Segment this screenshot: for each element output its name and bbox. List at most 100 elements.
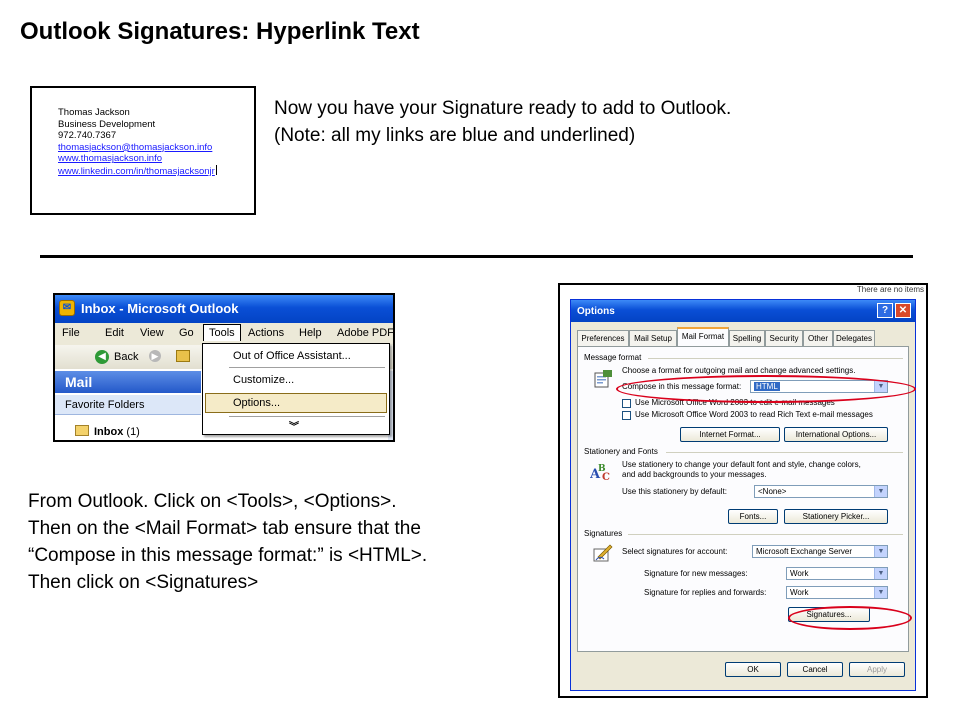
menu-tools[interactable]: Tools [203,324,241,341]
tab-security[interactable]: Security [765,330,803,346]
signature-website-link[interactable]: www.thomasjackson.info [58,153,217,165]
tab-preferences[interactable]: Preferences [577,330,629,346]
tab-mail-format[interactable]: Mail Format [677,327,729,347]
options-dialog-title: Options [577,306,615,317]
signatures-button-highlight-ellipse [788,606,912,630]
signature-name: Thomas Jackson [58,107,130,118]
back-arrow-icon[interactable]: ◀ [95,350,109,364]
compose-format-highlight-ellipse [616,375,916,403]
signature-reply-value: Work [790,588,809,597]
options-title-bar: Options [571,300,915,322]
inbox-unread-count: (1) [126,426,140,438]
stationery-description-2: and add backgrounds to your messages. [622,470,767,479]
menu-item-options[interactable]: Options... [233,397,280,409]
mail-pane-header: Mail [55,371,201,393]
tab-spelling[interactable]: Spelling [729,330,765,346]
menu-separator [229,367,385,368]
signature-new-select[interactable]: Work ▼ [786,567,888,580]
chevron-down-icon[interactable]: ▼ [874,486,887,497]
instructions-line-3: “Compose in this message format:” is <HT… [28,545,428,566]
intro-line-2: (Note: all my links are blue and underli… [274,125,636,146]
instructions-line-2: Then on the <Mail Format> tab ensure tha… [28,518,421,539]
stationery-picker-button[interactable]: Stationery Picker... [784,509,888,524]
word-read-label: Use Microsoft Office Word 2003 to read R… [635,410,873,419]
menu-item-out-of-office[interactable]: Out of Office Assistant... [233,350,351,362]
instructions-text: From Outlook. Click on <Tools>, <Options… [28,488,427,596]
options-dialog-screenshot: There are no items Options ? ✕ Preferenc… [558,283,928,698]
signature-account-label: Select signatures for account: [622,547,728,556]
cancel-button[interactable]: Cancel [787,662,843,677]
menu-file[interactable]: File [62,327,80,339]
message-format-heading: Message format [584,353,642,362]
menu-adobe-pdf[interactable]: Adobe PDF [337,327,393,339]
chevron-down-icon[interactable]: ▼ [874,546,887,557]
ok-button[interactable]: OK [725,662,781,677]
instructions-line-1: From Outlook. Click on <Tools>, <Options… [28,491,397,512]
folder-up-icon[interactable] [176,350,190,362]
signature-phone: 972.740.7367 [58,130,117,142]
options-dialog: Options ? ✕ Preferences Mail Setup Mail … [570,299,916,691]
message-format-icon [594,370,612,388]
text-cursor [215,164,217,175]
menu-view[interactable]: View [140,327,164,339]
signature-email-link[interactable]: thomasjackson@thomasjackson.info [58,142,217,154]
intro-text: Now you have your Signature ready to add… [274,95,731,149]
signature-reply-label: Signature for replies and forwards: [644,588,767,597]
signature-account-select[interactable]: Microsoft Exchange Server ▼ [752,545,888,558]
menu-separator [229,416,385,417]
signature-reply-select[interactable]: Work ▼ [786,586,888,599]
stationery-select[interactable]: <None> ▼ [754,485,888,498]
chevron-down-icon[interactable]: ▼ [874,587,887,598]
stationery-description-1: Use stationery to change your default fo… [622,460,861,469]
menu-go[interactable]: Go [179,327,194,339]
inbox-label: Inbox [94,426,124,438]
signature-account-value: Microsoft Exchange Server [756,547,853,556]
internet-format-button[interactable]: Internet Format... [680,427,780,442]
menu-actions[interactable]: Actions [248,327,284,339]
outlook-tools-menu-screenshot: ✉ Inbox - Microsoft Outlook File Edit Vi… [53,293,395,442]
forward-arrow-icon[interactable]: ▶ [149,350,161,362]
tools-dropdown-menu: Out of Office Assistant... Customize... … [202,343,390,435]
outlook-logo-icon: ✉ [59,300,75,316]
instructions-line-4: Then click on <Signatures> [28,572,259,593]
section-divider [648,358,903,359]
word-edit-checkbox[interactable] [622,399,631,408]
international-options-button[interactable]: International Options... [784,427,888,442]
section-divider [628,534,903,535]
tab-mail-setup[interactable]: Mail Setup [629,330,677,346]
signature-title: Business Development [58,118,156,130]
word-read-checkbox[interactable] [622,411,631,420]
svg-text:C: C [602,472,610,481]
horizontal-divider [40,255,913,258]
tab-delegates[interactable]: Delegates [833,330,875,346]
signatures-heading: Signatures [584,529,623,538]
intro-line-1: Now you have your Signature ready to add… [274,98,732,119]
signature-new-label: Signature for new messages: [644,569,748,578]
help-icon[interactable]: ? [877,303,893,318]
signature-new-value: Work [790,569,809,578]
slide-title: Outlook Signatures: Hyperlink Text [20,18,420,45]
outlook-window-title: Inbox - Microsoft Outlook [81,301,239,316]
menu-edit[interactable]: Edit [105,327,124,339]
outlook-menu-bar: File Edit View Go Tools Actions Help Ado… [55,323,393,345]
section-divider [666,452,903,453]
inbox-folder-item[interactable]: Inbox (1) [55,416,201,440]
inbox-folder-icon [75,425,89,436]
stationery-default-label: Use this stationery by default: [622,487,727,496]
signature-linkedin-link[interactable]: www.linkedin.com/in/thomasjacksonjr [58,166,215,177]
signature-preview: Thomas Jackson Business Development 972.… [30,86,256,215]
background-status-text: There are no items [856,285,924,294]
menu-item-customize[interactable]: Customize... [233,374,294,386]
tab-other[interactable]: Other [803,330,833,346]
back-button[interactable]: Back [114,351,138,363]
outlook-title-bar: ✉ Inbox - Microsoft Outlook [55,295,393,323]
fonts-button[interactable]: Fonts... [728,509,778,524]
expand-menu-chevron-icon[interactable]: ︾ [289,418,299,433]
chevron-down-icon[interactable]: ▼ [874,568,887,579]
favorite-folders-header[interactable]: Favorite Folders [55,395,201,415]
signature-pen-icon [593,544,613,562]
menu-help[interactable]: Help [299,327,322,339]
stationery-heading: Stationery and Fonts [584,447,658,456]
close-icon[interactable]: ✕ [895,303,911,318]
apply-button[interactable]: Apply [849,662,905,677]
